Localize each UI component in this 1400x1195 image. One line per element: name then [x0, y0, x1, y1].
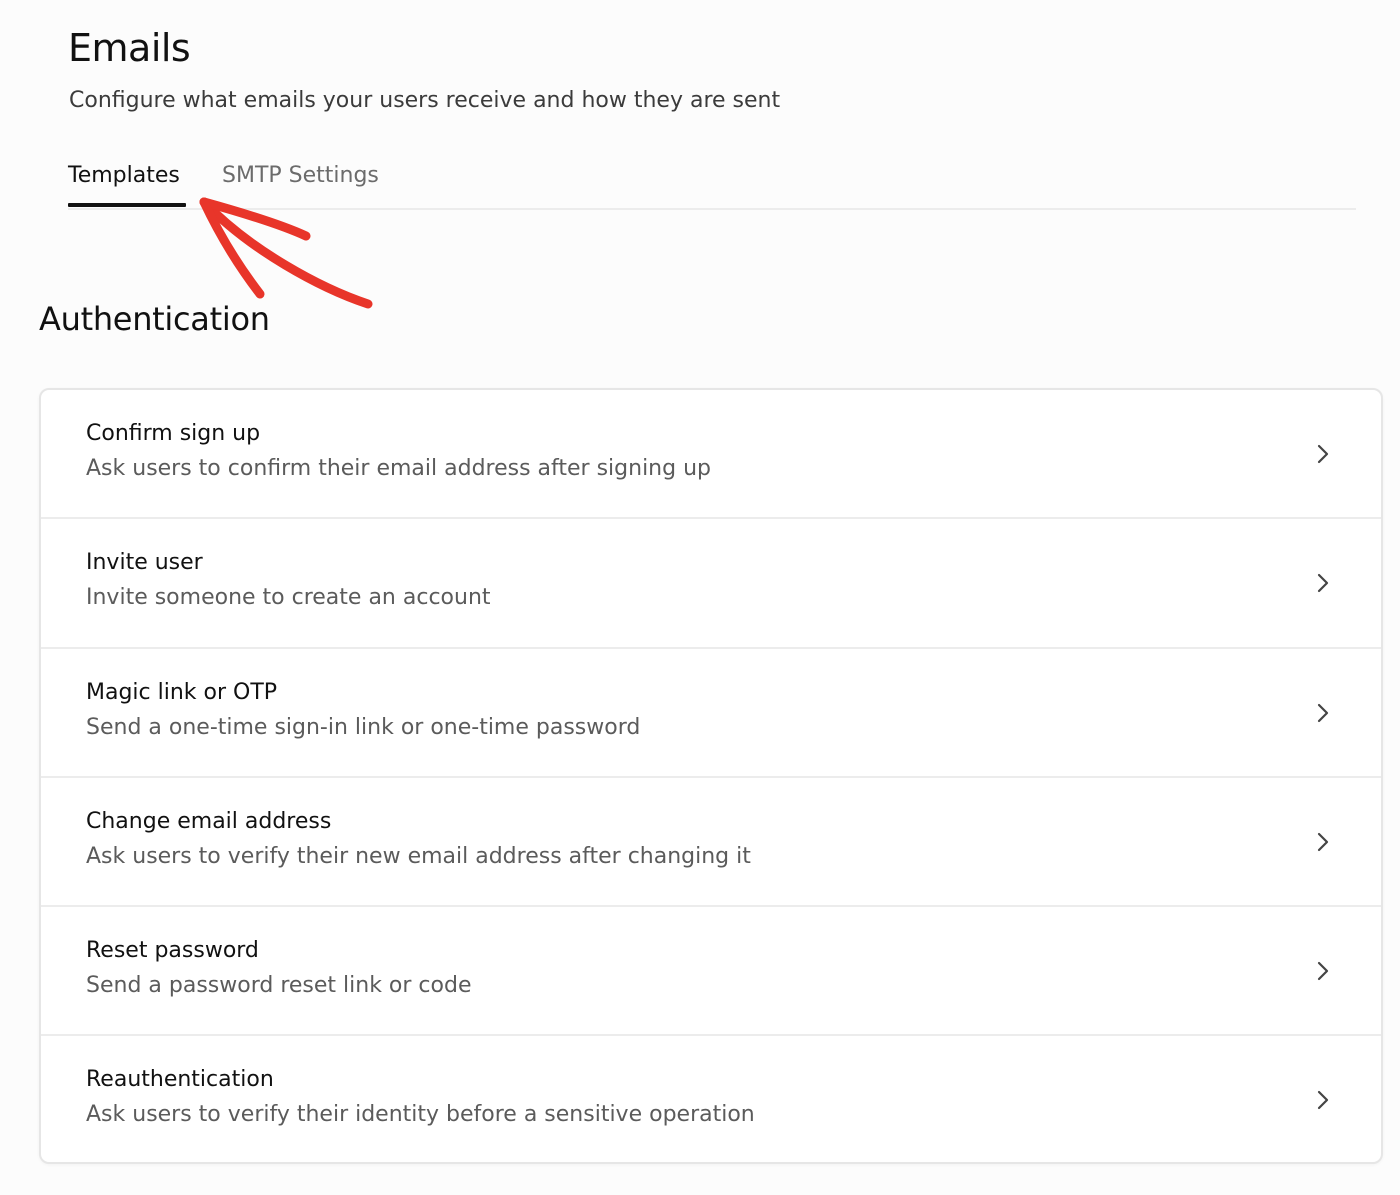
template-row-reset-password[interactable]: Reset password Send a password reset lin… — [41, 907, 1381, 1037]
template-title: Reauthentication — [86, 1067, 274, 1093]
page-title: Emails — [68, 26, 191, 70]
email-templates-list: Confirm sign up Ask users to confirm the… — [39, 388, 1383, 1164]
template-row-magic-link[interactable]: Magic link or OTP Send a one-time sign-i… — [41, 649, 1381, 778]
template-row-confirm-sign-up[interactable]: Confirm sign up Ask users to confirm the… — [41, 390, 1381, 520]
template-description: Send a one-time sign-in link or one-time… — [86, 714, 641, 740]
template-description: Invite someone to create an account — [86, 585, 491, 611]
template-title: Reset password — [86, 938, 259, 964]
chevron-right-icon — [1317, 574, 1329, 593]
template-description: Ask users to verify their identity befor… — [86, 1102, 755, 1128]
chevron-right-icon — [1317, 832, 1329, 851]
chevron-right-icon — [1317, 444, 1329, 464]
chevron-right-icon — [1317, 703, 1329, 722]
active-tab-indicator — [68, 203, 186, 207]
template-title: Invite user — [86, 550, 203, 576]
tab-smtp-settings[interactable]: SMTP Settings — [222, 160, 379, 192]
chevron-right-icon — [1317, 962, 1329, 981]
emails-page: Emails Configure what emails your users … — [0, 0, 1400, 1195]
template-row-reauthentication[interactable]: Reauthentication Ask users to verify the… — [41, 1036, 1381, 1162]
template-description: Send a password reset link or code — [86, 973, 472, 999]
template-title: Change email address — [86, 808, 332, 834]
section-title: Authentication — [39, 300, 270, 338]
template-title: Magic link or OTP — [86, 679, 278, 705]
template-description: Ask users to verify their new email addr… — [86, 843, 751, 869]
template-row-invite-user[interactable]: Invite user Invite someone to create an … — [41, 519, 1381, 649]
page-subtitle: Configure what emails your users receive… — [69, 88, 781, 113]
template-description: Ask users to confirm their email address… — [86, 456, 711, 481]
tab-templates[interactable]: Templates — [68, 160, 180, 192]
template-row-change-email[interactable]: Change email address Ask users to verify… — [41, 778, 1381, 908]
chevron-right-icon — [1317, 1091, 1329, 1110]
template-title: Confirm sign up — [86, 421, 261, 446]
